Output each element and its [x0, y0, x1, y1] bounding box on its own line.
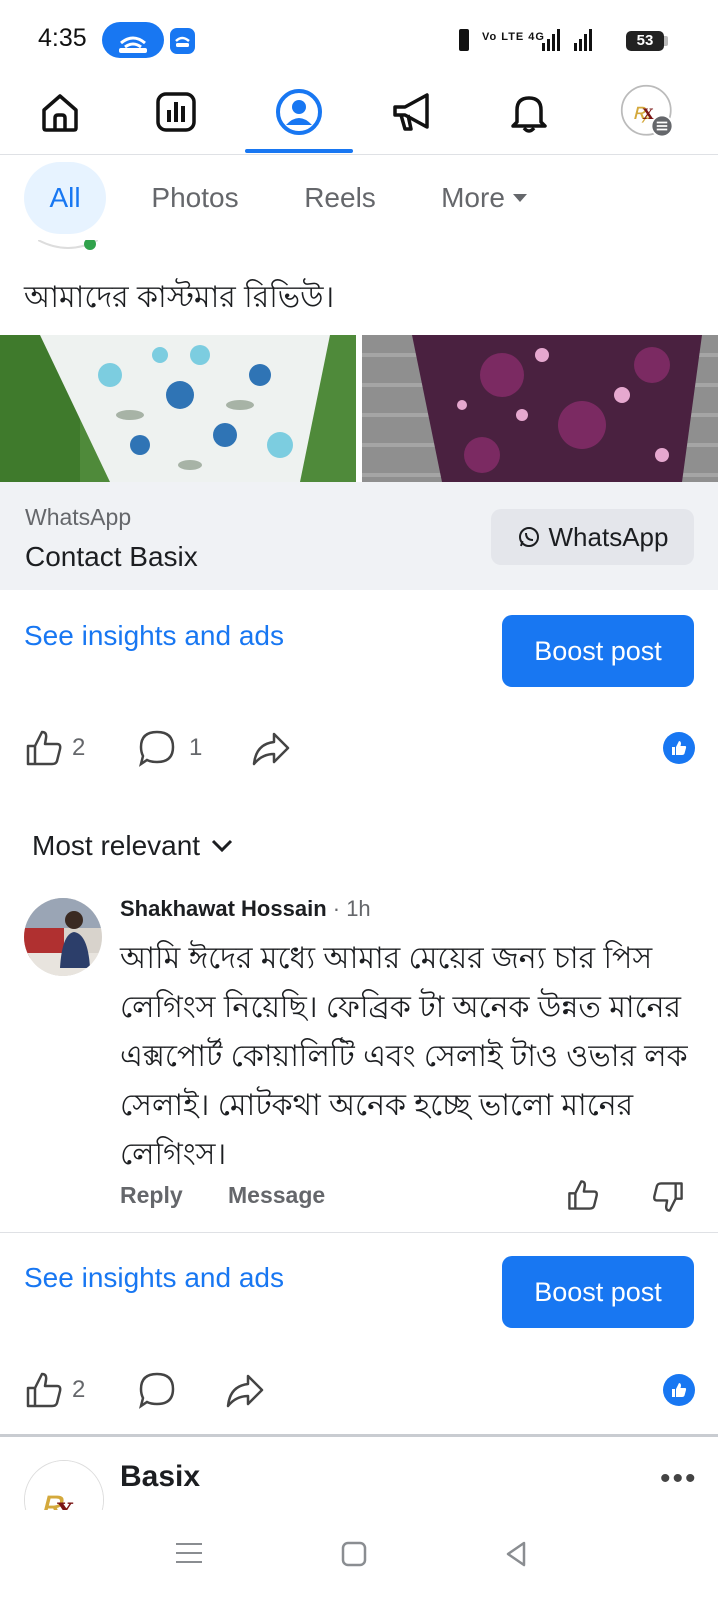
post-photo-floral-light[interactable]	[0, 335, 356, 482]
comment-text: আমি ঈদের মধ্যে আমার মেয়ের জন্য চার পিস …	[120, 942, 688, 1171]
comment-message-button[interactable]: Message	[228, 1182, 325, 1209]
network-label: Vo LTE 4G	[482, 31, 545, 43]
whatsapp-cta-title: Contact Basix	[25, 541, 198, 572]
boost-post-button-2[interactable]: Boost post	[502, 1256, 694, 1328]
comment-dislike-icon[interactable]	[651, 1180, 685, 1214]
comment-sort-dropdown[interactable]: Most relevant	[32, 830, 234, 862]
filter-photos[interactable]: Photos	[140, 162, 250, 234]
network-status-icons: Vo LTE 4G	[456, 26, 616, 56]
thumbs-up-icon	[672, 741, 687, 755]
scrolled-author-avatar	[38, 240, 98, 254]
back-nav-icon[interactable]	[502, 1540, 530, 1568]
comment-time: · 1h	[326, 896, 371, 921]
share-button[interactable]	[250, 728, 292, 768]
comment-author[interactable]: Shakhawat Hossain · 1h	[120, 896, 371, 922]
comment-icon	[139, 730, 175, 767]
like-button-2[interactable]: 2	[24, 1370, 85, 1410]
share-button-2[interactable]	[224, 1370, 266, 1410]
share-icon	[252, 732, 290, 766]
share-icon	[226, 1374, 264, 1408]
recents-icon[interactable]	[174, 1540, 204, 1566]
battery-tip	[664, 36, 668, 46]
bell-icon[interactable]	[501, 84, 557, 140]
filter-more-label: More	[441, 182, 505, 213]
comment-icon	[139, 1372, 175, 1409]
sync-status-icon	[170, 28, 195, 54]
post-caption: আমাদের কাস্টমার রিভিউ।	[24, 281, 335, 314]
comment-count: 1	[189, 734, 203, 761]
comment-button-2[interactable]	[137, 1370, 177, 1410]
filter-more[interactable]: More	[430, 162, 540, 234]
profile-icon[interactable]	[271, 84, 327, 140]
see-insights-link-2[interactable]: See insights and ads	[24, 1262, 284, 1294]
filter-all[interactable]: All	[24, 162, 106, 234]
page-avatar-icon[interactable]: ꝶX	[620, 84, 676, 140]
boost-post-button[interactable]: Boost post	[502, 615, 694, 687]
like-icon	[26, 1372, 62, 1408]
like-button[interactable]: 2	[24, 728, 85, 768]
status-time: 4:35	[38, 24, 87, 52]
comment-like-icon[interactable]	[566, 1178, 600, 1212]
thumbs-up-icon	[672, 1383, 687, 1397]
section-divider	[0, 1232, 718, 1233]
whatsapp-button[interactable]: WhatsApp	[491, 509, 694, 565]
post-photo-floral-dark[interactable]	[362, 335, 718, 482]
like-count: 2	[72, 734, 86, 761]
battery-indicator: 53	[626, 31, 664, 51]
home-icon[interactable]	[32, 84, 88, 140]
comment-reply-button[interactable]: Reply	[120, 1182, 183, 1209]
like-icon	[26, 730, 62, 766]
comment-author-name[interactable]: Shakhawat Hossain	[120, 896, 327, 921]
insights-icon[interactable]	[148, 84, 204, 140]
chevron-down-icon	[212, 839, 233, 853]
filter-reels[interactable]: Reels	[295, 162, 385, 234]
home-nav-icon[interactable]	[340, 1540, 368, 1568]
see-insights-link[interactable]: See insights and ads	[24, 620, 284, 652]
commenter-avatar[interactable]	[24, 898, 102, 976]
whatsapp-icon	[518, 527, 539, 547]
post-separator	[0, 1434, 718, 1437]
comment-sort-label: Most relevant	[32, 830, 201, 861]
whatsapp-label: WhatsApp	[25, 504, 132, 530]
hotspot-status-icon	[102, 22, 164, 58]
comment-button[interactable]: 1	[137, 728, 202, 768]
like-count-2: 2	[72, 1376, 86, 1403]
reaction-like-badge-2[interactable]	[663, 1374, 695, 1406]
caret-down-icon	[512, 194, 527, 202]
megaphone-icon[interactable]	[384, 84, 440, 140]
reaction-like-badge[interactable]	[663, 732, 695, 764]
more-options-icon[interactable]: •••	[660, 1462, 698, 1496]
active-tab-indicator	[245, 149, 353, 153]
top-navigation	[0, 78, 718, 155]
whatsapp-button-label: WhatsApp	[548, 521, 669, 552]
post-page-name[interactable]: Basix	[120, 1460, 200, 1494]
